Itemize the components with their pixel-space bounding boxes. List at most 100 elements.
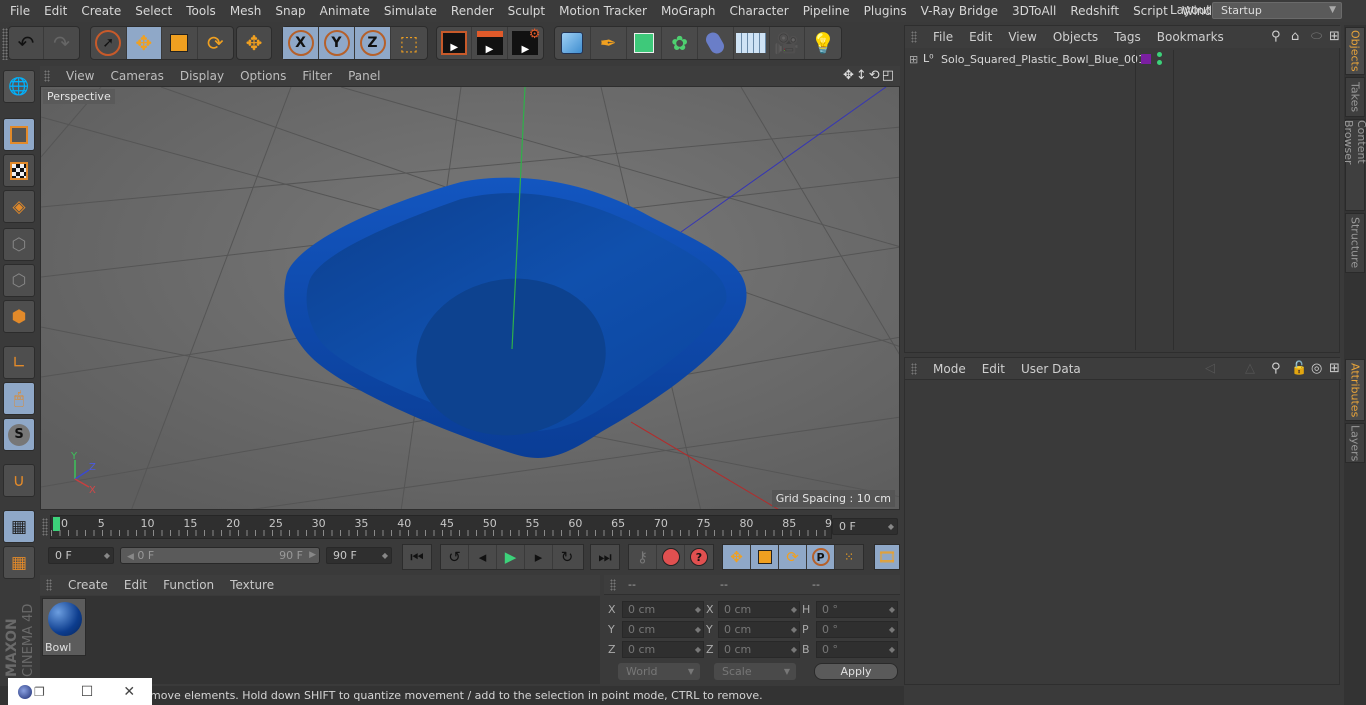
material-menu-texture[interactable]: Texture [222,578,282,592]
frame-range-slider[interactable]: ◀ 0 F 90 F ▶ [120,547,320,564]
up-arrow-icon[interactable]: △ [1245,361,1255,376]
objects-menu-file[interactable]: File [925,30,961,44]
menu-mograph[interactable]: MoGraph [654,4,723,18]
x-axis-lock-button[interactable]: X [283,27,319,59]
points-mode-button[interactable]: ⬡ [3,228,35,261]
object-row[interactable]: ⊞ L⁰ Solo_Squared_Plastic_Bowl_Blue_001 [905,50,1341,350]
y-axis-lock-button[interactable]: Y [319,27,355,59]
material-grip[interactable] [46,579,52,591]
attributes-grip[interactable] [911,363,917,375]
object-name[interactable]: Solo_Squared_Plastic_Bowl_Blue_001 [941,53,1145,66]
maximize-view-icon[interactable]: ◰ [882,68,896,83]
tab-attributes[interactable]: Attributes [1345,359,1365,421]
select-tool-button[interactable]: ➚ [91,27,127,59]
pen-tool-button[interactable]: ✒ [591,27,627,59]
size-mode-select[interactable]: Scale ▼ [714,663,796,680]
viewport-menu-options[interactable]: Options [232,69,294,83]
size-y-field[interactable]: 0 cm ◆ [718,621,800,638]
subdivision-button[interactable] [627,27,663,59]
tab-objects[interactable]: Objects [1345,27,1365,75]
viewport-menu-filter[interactable]: Filter [294,69,340,83]
key-pla-button[interactable]: ⁙ [835,545,863,569]
apply-button[interactable]: Apply [814,663,898,680]
move-tool-button[interactable]: ✥ [126,27,162,59]
goto-start-button[interactable]: ⏮ [403,545,431,569]
timeline-ruler[interactable]: 051015202530354045505560657075808590 [50,515,839,539]
key-parameter-button[interactable]: P [807,545,835,569]
tweak-mode-button[interactable]: 🖱 [3,382,35,415]
menu-animate[interactable]: Animate [313,4,377,18]
layer-color-tag[interactable] [1141,54,1151,64]
coordinate-system-button[interactable]: ⬚ [391,27,427,59]
close-icon[interactable]: ✕ [123,684,135,700]
objects-menu-edit[interactable]: Edit [961,30,1000,44]
position-x-field[interactable]: 0 cm ◆ [622,601,704,618]
objects-menu-tags[interactable]: Tags [1106,30,1149,44]
layout-select[interactable]: Startup ▼ [1212,2,1342,19]
render-visibility-dot[interactable] [1157,60,1162,65]
link-icon[interactable]: ⬭ [1311,29,1322,44]
planar-workplane-button[interactable]: ▦ [3,546,35,579]
new-panel-icon[interactable]: ⊞ [1329,361,1340,376]
next-key-button[interactable]: ↻ [553,545,581,569]
menu-redshift[interactable]: Redshift [1063,4,1126,18]
render-settings-button[interactable]: ▶ ⚙ [508,27,543,59]
menu-vray-bridge[interactable]: V-Ray Bridge [914,4,1005,18]
home-icon[interactable]: ⌂ [1291,29,1299,44]
viewport-menu-cameras[interactable]: Cameras [102,69,171,83]
timeline-grip[interactable] [42,518,48,536]
objects-menu-view[interactable]: View [1000,30,1044,44]
z-axis-lock-button[interactable]: Z [355,27,391,59]
pan-view-icon[interactable]: ✥ [843,68,856,83]
axis-mode-button[interactable]: ∟ [3,346,35,379]
target-icon[interactable]: ◎ [1311,361,1322,376]
key-rotation-button[interactable]: ⟳ [779,545,807,569]
size-z-field[interactable]: 0 cm ◆ [718,641,800,658]
workplane-mode-button[interactable]: ◈ [3,190,35,223]
menu-create[interactable]: Create [74,4,128,18]
rotate-tool-button[interactable]: ⟳ [198,27,233,59]
viewport-grip[interactable] [44,70,50,82]
locked-workplane-button[interactable]: ▦ [3,510,35,543]
restore-icon[interactable]: ❐ [34,685,45,699]
render-view-button[interactable]: ▶ [437,27,473,59]
workplane-button[interactable]: 🌐 [3,70,35,103]
menu-mesh[interactable]: Mesh [223,4,269,18]
current-frame-field[interactable]: 0 F ◆ [832,518,898,535]
maximize-icon[interactable]: ☐ [81,684,94,700]
polygons-mode-button[interactable]: ⬢ [3,300,35,333]
next-frame-button[interactable]: ▸ [525,545,553,569]
attributes-menu-edit[interactable]: Edit [974,362,1013,376]
attributes-menu-user-data[interactable]: User Data [1013,362,1089,376]
prev-key-button[interactable]: ↺ [441,545,469,569]
playhead[interactable] [53,517,60,531]
range-left-arrow-icon[interactable]: ◀ [127,552,134,562]
search-icon[interactable]: ⚲ [1271,29,1281,44]
search-icon[interactable]: ⚲ [1271,361,1281,376]
keyframe-help-button[interactable]: ? [685,545,713,569]
tab-takes[interactable]: Takes [1345,77,1365,117]
end-frame-field[interactable]: 90 F ◆ [326,547,392,564]
prev-frame-button[interactable]: ◂ [469,545,497,569]
edges-mode-button[interactable]: ⬡ [3,264,35,297]
autokey-button[interactable] [657,545,685,569]
menu-select[interactable]: Select [128,4,179,18]
coordinate-mode-select[interactable]: World ▼ [618,663,700,680]
objects-menu-bookmarks[interactable]: Bookmarks [1149,30,1232,44]
menu-render[interactable]: Render [444,4,501,18]
material-menu-create[interactable]: Create [60,578,116,592]
menu-tools[interactable]: Tools [179,4,223,18]
menu-edit[interactable]: Edit [37,4,74,18]
cube-button[interactable] [555,27,591,59]
viewport-menu-view[interactable]: View [58,69,102,83]
dolly-view-icon[interactable]: ↕ [856,68,869,83]
material-menu-function[interactable]: Function [155,578,222,592]
editor-visibility-dot[interactable] [1157,52,1162,57]
texture-mode-button[interactable] [3,154,35,187]
scale-tool-button[interactable] [162,27,198,59]
redo-button[interactable]: ↷ [44,27,79,59]
material-menu-edit[interactable]: Edit [116,578,155,592]
rotation-b-field[interactable]: 0 ° ◆ [816,641,898,658]
menu-pipeline[interactable]: Pipeline [796,4,857,18]
tab-layers[interactable]: Layers [1345,423,1365,463]
